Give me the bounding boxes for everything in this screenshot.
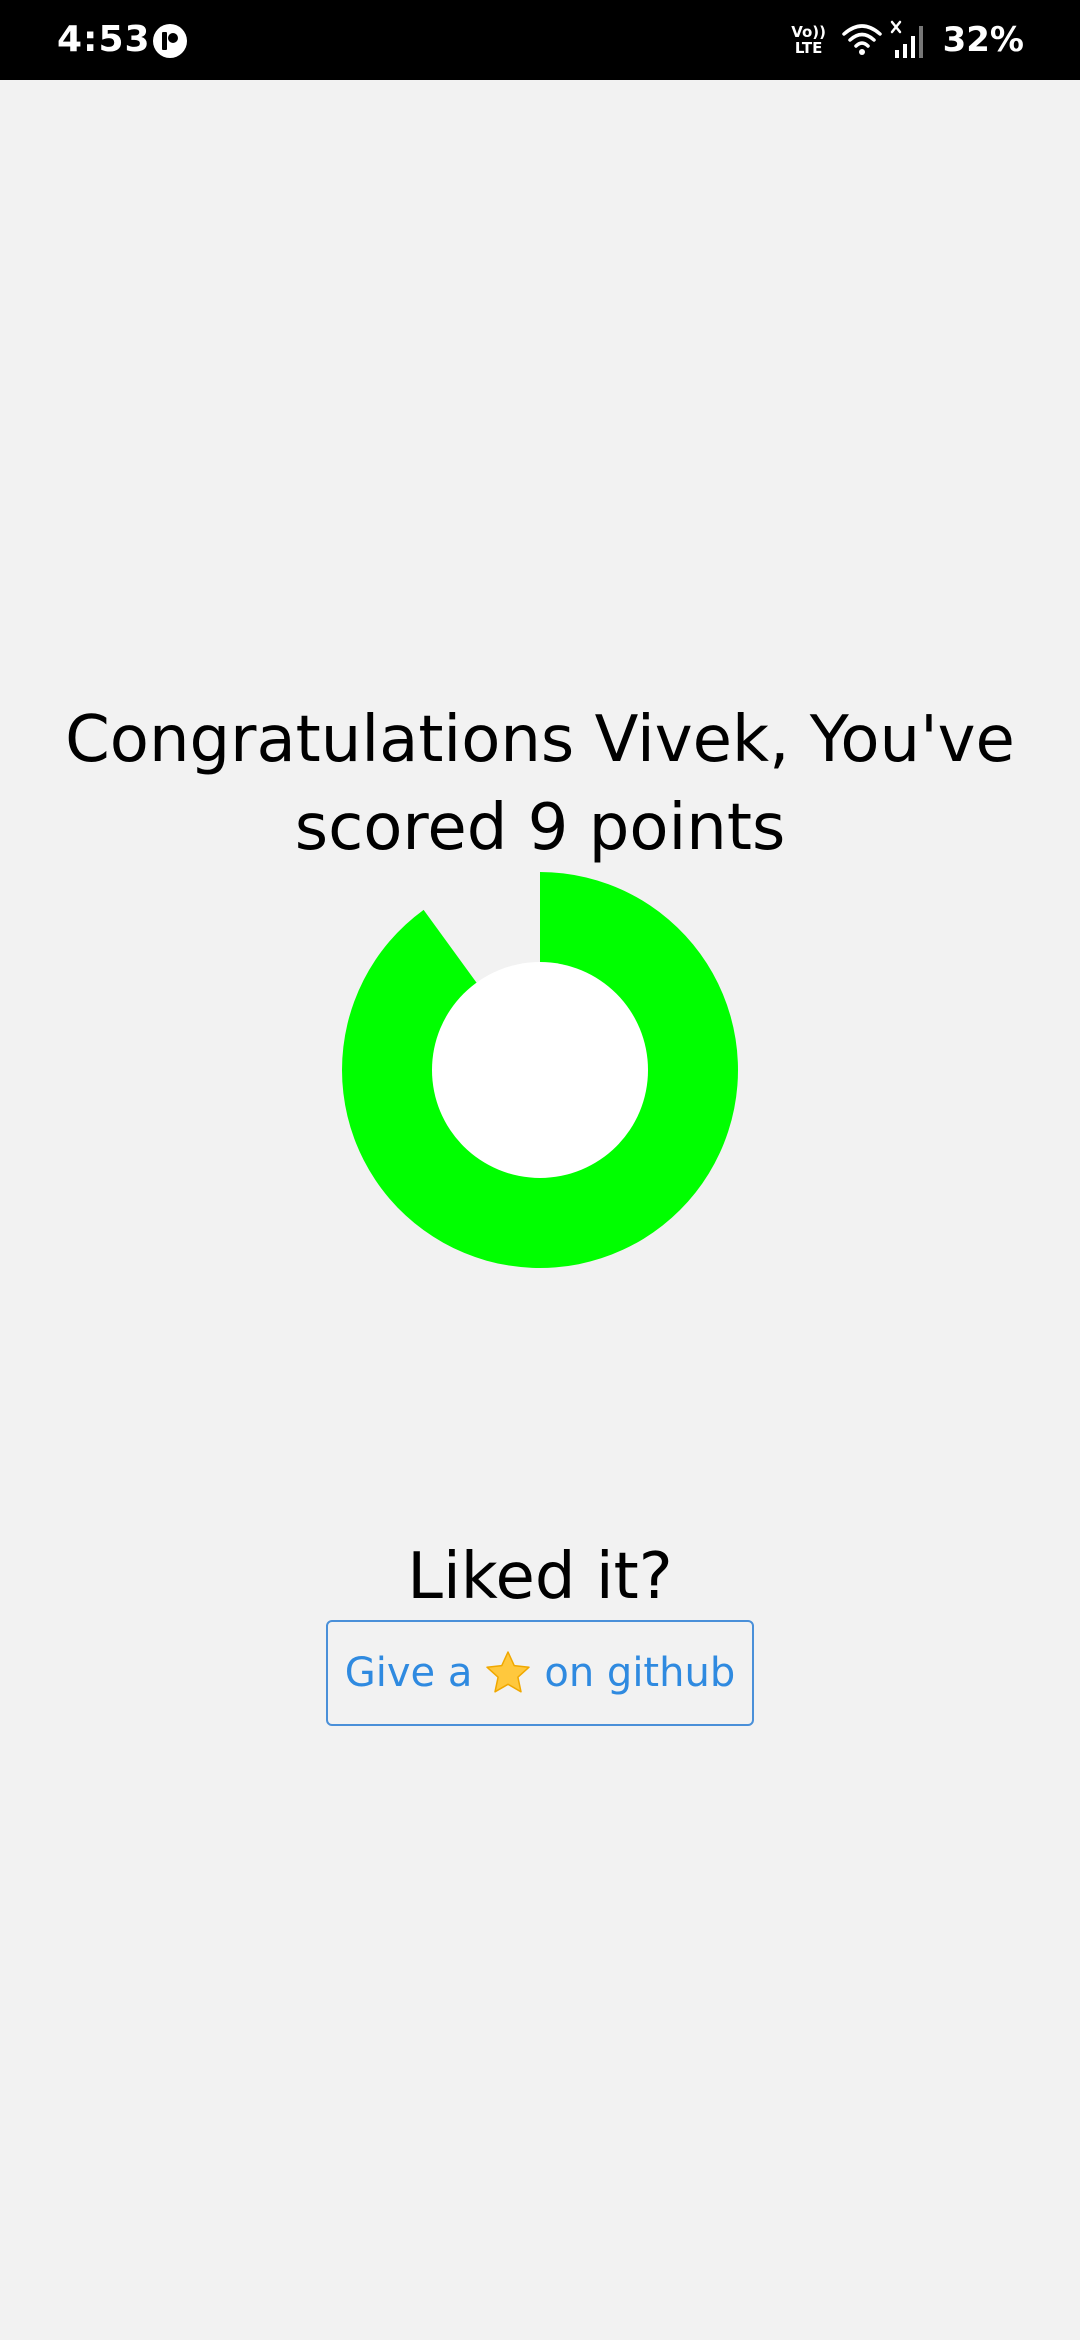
github-button-prefix: Give a <box>344 1650 473 1696</box>
star-on-github-button[interactable]: Give a ⭐ on github <box>326 1620 754 1726</box>
liked-it-heading: Liked it? <box>407 1540 673 1614</box>
result-headline: Congratulations Vivek, You've scored 9 p… <box>65 703 1015 865</box>
wifi-icon <box>841 24 882 55</box>
volte-label-top: Vo)) <box>791 23 827 41</box>
result-screen: Congratulations Vivek, You've scored 9 p… <box>0 80 1080 2340</box>
volte-label-bottom: LTE <box>794 39 823 57</box>
battery-percentage: 32% <box>942 20 1024 60</box>
status-bar: 4:53 Vo)) LTE 32% <box>0 0 1080 80</box>
status-icons: Vo)) LTE 32% <box>791 18 1024 62</box>
star-glyph: ⭐ <box>540 1673 541 1674</box>
app-notification-icon <box>153 24 187 58</box>
score-donut-chart <box>342 872 738 1268</box>
cell-signal-icon <box>890 20 923 58</box>
status-time: 4:53 <box>57 19 151 60</box>
score-donut-center <box>432 962 648 1178</box>
volte-icon: Vo)) LTE <box>791 20 827 60</box>
github-button-suffix: on github <box>544 1650 736 1696</box>
star-icon <box>486 1651 531 1693</box>
